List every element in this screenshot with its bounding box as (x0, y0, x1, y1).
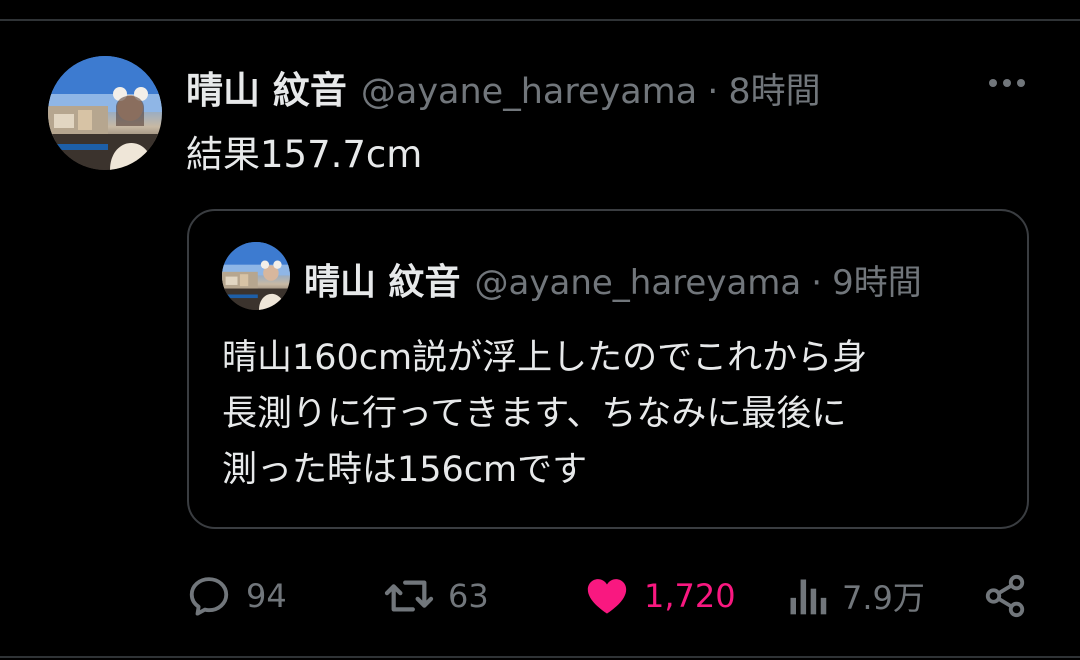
like-button[interactable]: 1,720 (584, 566, 736, 626)
like-count: 1,720 (644, 577, 736, 615)
quoted-text-line: 長測りに行ってきます、ちなみに最後に (222, 394, 847, 434)
tweet-timestamp[interactable]: 8時間 (728, 63, 820, 114)
retweet-icon (384, 580, 434, 612)
quoted-author-handle: @ayane_hareyama (474, 263, 802, 303)
more-dot-icon (1017, 79, 1025, 87)
quoted-tweet-timestamp: 9時間 (832, 263, 922, 303)
author-handle[interactable]: @ayane_hareyama (361, 72, 697, 112)
quoted-author-display-name: 晴山 紋音 (304, 262, 461, 303)
quoted-tweet-text: 晴山160cm説が浮上したのでこれから身 長測りに行ってきます、ちなみに最後に … (222, 330, 1012, 498)
reply-icon (189, 577, 229, 616)
reply-count: 94 (246, 577, 287, 615)
quoted-author-avatar[interactable] (222, 242, 290, 310)
views-count: 7.9万 (842, 579, 925, 617)
more-dot-icon (989, 79, 997, 87)
quoted-text-line: 測った時は156cmです (222, 450, 588, 490)
retweet-button[interactable]: 63 (384, 566, 489, 626)
top-divider (0, 19, 1080, 21)
author-display-name[interactable]: 晴山 紋音 (186, 60, 347, 114)
reply-button[interactable]: 94 (186, 566, 287, 626)
header-separator: · (707, 72, 719, 112)
avatar-photo-icon (222, 242, 290, 310)
share-icon (985, 574, 1025, 618)
views-button[interactable]: 7.9万 (786, 566, 925, 626)
views-icon (790, 579, 827, 615)
tweet-text: 結果157.7cm (186, 133, 423, 176)
author-avatar[interactable] (48, 56, 162, 170)
more-options-button[interactable] (982, 68, 1032, 98)
retweet-count: 63 (448, 577, 489, 615)
more-dot-icon (1003, 79, 1011, 87)
avatar-photo-icon (48, 56, 162, 170)
tweet-header: 晴山 紋音 @ayane_hareyama · 8時間 (186, 60, 821, 114)
quoted-text-line: 晴山160cm説が浮上したのでこれから身 (222, 338, 868, 378)
bottom-divider (0, 656, 1080, 658)
tweet-action-bar: 94 63 1,720 7.9万 (0, 566, 1080, 626)
quoted-tweet-header: 晴山 紋音 @ayane_hareyama · 9時間 (304, 253, 922, 305)
heart-icon (587, 579, 627, 614)
quoted-header-separator: · (811, 263, 823, 303)
tweet-screen: 晴山 紋音 @ayane_hareyama · 8時間 結果157.7cm 晴山… (0, 0, 1080, 660)
share-button[interactable] (982, 566, 1028, 626)
